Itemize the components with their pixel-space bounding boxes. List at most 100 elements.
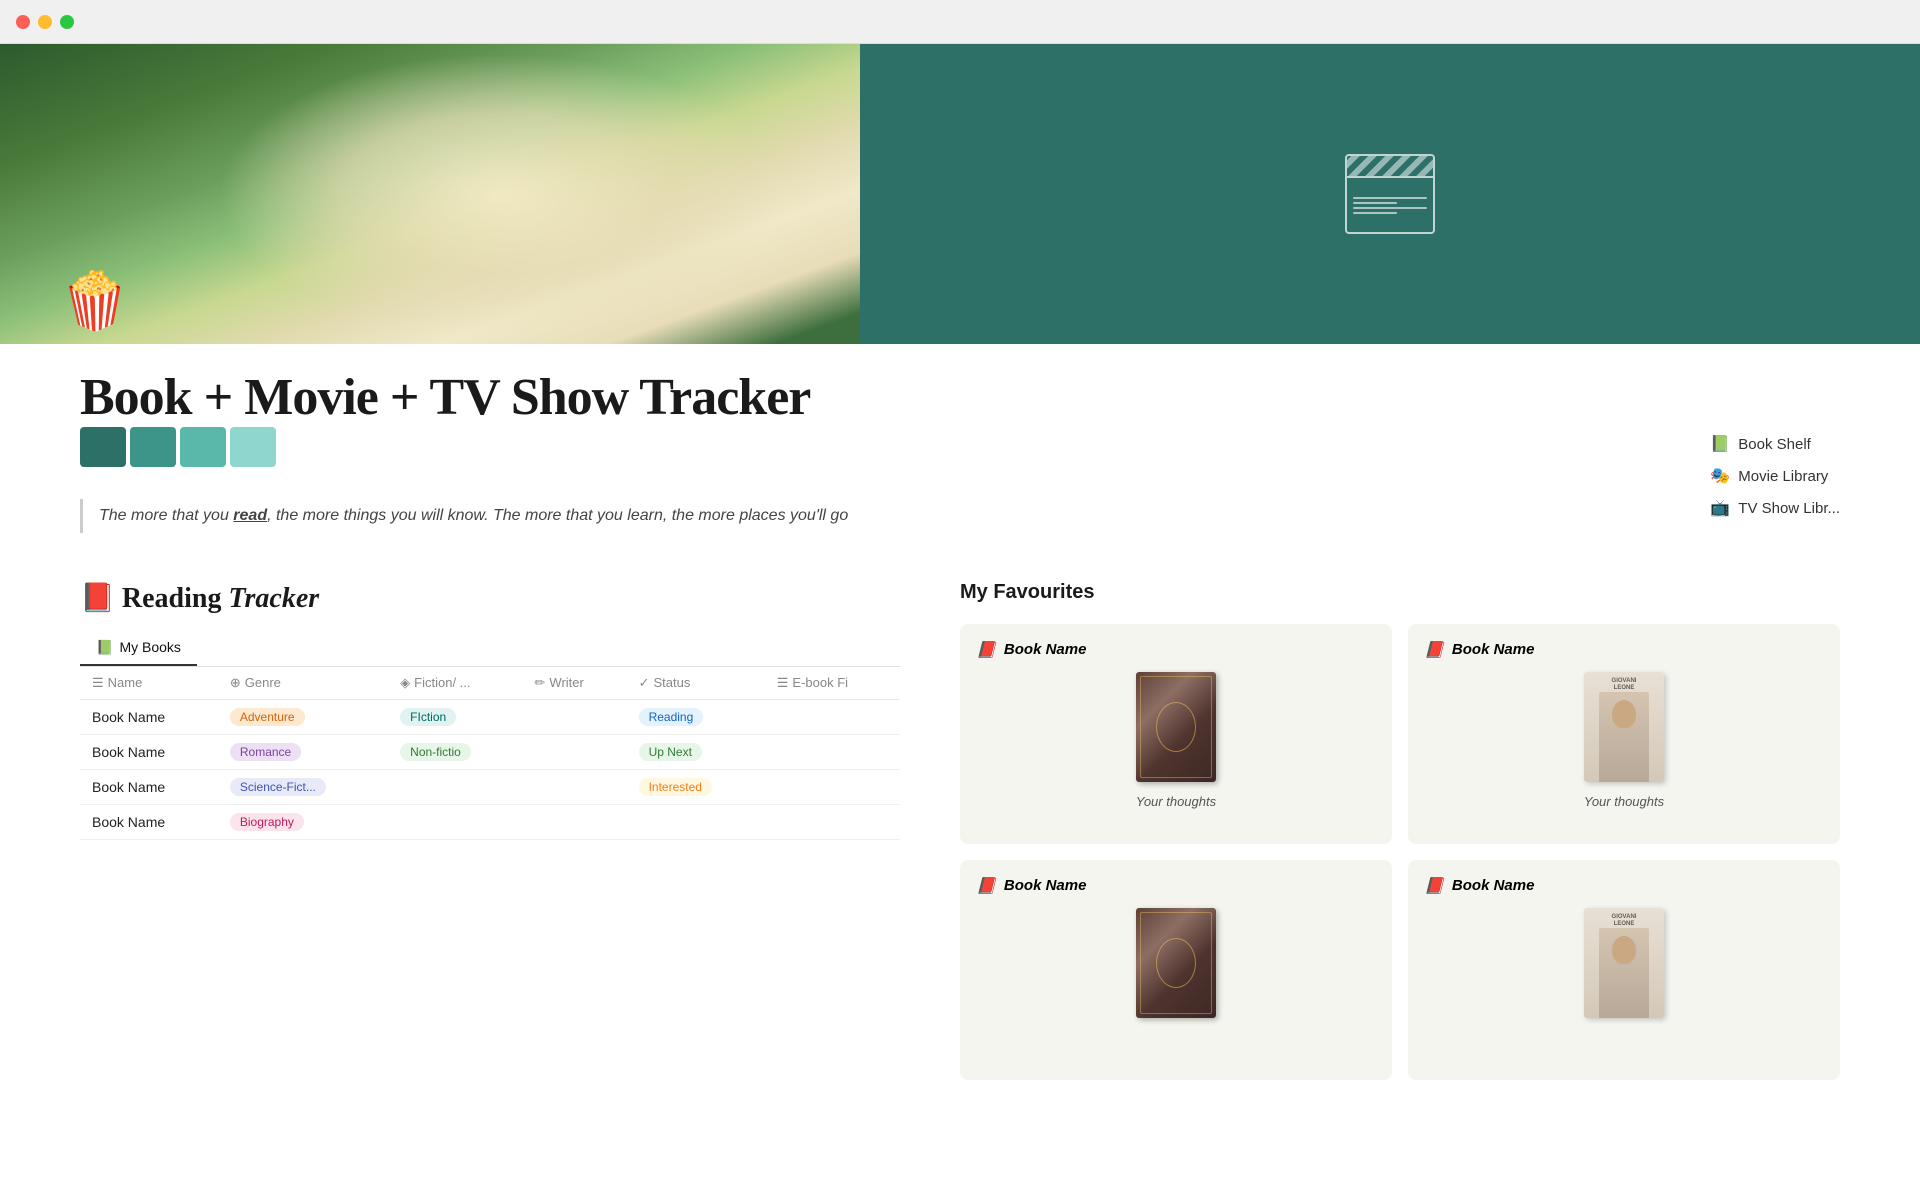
col-name-icon: ☰ — [92, 675, 104, 690]
my-books-label: My Books — [119, 639, 180, 655]
book-emoji: 📕 — [1424, 876, 1444, 896]
col-status-icon: ✓ — [639, 675, 650, 690]
table-header-row: ☰Name ⊕Genre ◈Fiction/ ... ✏Writer ✓Stat… — [80, 667, 900, 700]
cell-fiction — [388, 769, 522, 804]
quote-suffix: , the more things you will know. The mor… — [267, 507, 848, 524]
movie-icon: 🎭 — [1710, 466, 1730, 486]
fav-thoughts: Your thoughts — [1424, 794, 1824, 809]
fav-card-header: 📕 Book Name — [976, 876, 1376, 896]
genre-tag: Romance — [230, 743, 301, 761]
nav-label-tvshow: TV Show Libr... — [1738, 500, 1840, 517]
clap-line-2 — [1353, 202, 1397, 204]
book-emoji: 📕 — [976, 876, 996, 896]
tvshow-icon: 📺 — [1710, 498, 1730, 518]
book-cover-inner — [1156, 702, 1196, 752]
two-col-layout: 📕 Reading Tracker 📗 My Books ☰Name ⊕Genr… — [80, 581, 1840, 1080]
table-row[interactable]: Book Name Adventure FIction Reading — [80, 699, 900, 734]
cell-name: Book Name — [80, 769, 218, 804]
cell-ebook — [765, 699, 900, 734]
fav-book-name: Book Name — [1452, 641, 1535, 658]
main-content: 📗 Book Shelf 🎭 Movie Library 📺 TV Show L… — [0, 344, 1920, 1120]
col-writer-icon: ✏ — [535, 675, 546, 690]
cell-writer — [523, 769, 627, 804]
col-name: ☰Name — [80, 667, 218, 700]
cell-ebook — [765, 769, 900, 804]
my-books-icon: 📗 — [96, 639, 113, 656]
fav-grid: 📕 Book Name Your thoughts 📕 Book Name GI… — [960, 624, 1840, 1080]
reading-tracker-emoji: 📕 — [80, 583, 115, 614]
tab-my-books[interactable]: 📗 My Books — [80, 631, 197, 666]
cell-fiction — [388, 804, 522, 839]
cell-genre: Adventure — [218, 699, 388, 734]
fav-card[interactable]: 📕 Book Name GIOVANILEONELEOIE Your thoug… — [1408, 624, 1840, 844]
fav-thoughts: Your thoughts — [976, 794, 1376, 809]
close-button[interactable] — [16, 15, 30, 29]
cell-name: Book Name — [80, 804, 218, 839]
col-genre: ⊕Genre — [218, 667, 388, 700]
fiction-tag: Non-fictio — [400, 743, 471, 761]
fav-card[interactable]: 📕 Book Name GIOVANILEONELEOIE — [1408, 860, 1840, 1080]
clapboard-body — [1347, 178, 1433, 232]
cell-name: Book Name — [80, 699, 218, 734]
maximize-button[interactable] — [60, 15, 74, 29]
cell-status — [627, 804, 765, 839]
col-genre-icon: ⊕ — [230, 675, 241, 690]
clap-line-3 — [1353, 207, 1427, 209]
portrait-figure — [1599, 928, 1649, 1018]
book-cover-portrait: GIOVANILEONELEOIE — [1584, 908, 1664, 1018]
col-status: ✓Status — [627, 667, 765, 700]
fav-book-name: Book Name — [1004, 641, 1087, 658]
swatch-1 — [80, 427, 126, 467]
cell-status: Reading — [627, 699, 765, 734]
fav-card[interactable]: 📕 Book Name — [960, 860, 1392, 1080]
nav-label-bookshelf: Book Shelf — [1738, 436, 1811, 453]
fav-book-name: Book Name — [1452, 877, 1535, 894]
portrait-head — [1612, 700, 1636, 728]
fav-card-header: 📕 Book Name — [1424, 876, 1824, 896]
fav-card-header: 📕 Book Name — [1424, 640, 1824, 660]
portrait-figure — [1599, 692, 1649, 782]
cell-writer — [523, 734, 627, 769]
tab-bar: 📗 My Books — [80, 631, 900, 667]
book-cover-portrait: GIOVANILEONELEOIE — [1584, 672, 1664, 782]
portrait-head — [1612, 936, 1636, 964]
minimize-button[interactable] — [38, 15, 52, 29]
col-ebook: ☰E-book Fi — [765, 667, 900, 700]
col-writer: ✏Writer — [523, 667, 627, 700]
table-row[interactable]: Book Name Biography — [80, 804, 900, 839]
swatch-4 — [230, 427, 276, 467]
cell-fiction: FIction — [388, 699, 522, 734]
hero-photo: 🍿 — [0, 44, 860, 344]
cell-genre: Biography — [218, 804, 388, 839]
fav-card-header: 📕 Book Name — [976, 640, 1376, 660]
nav-label-movie: Movie Library — [1738, 468, 1828, 485]
right-col: My Favourites 📕 Book Name Your thoughts … — [960, 581, 1840, 1080]
cell-fiction: Non-fictio — [388, 734, 522, 769]
cell-ebook — [765, 804, 900, 839]
window-chrome — [0, 0, 1920, 44]
right-nav: 📗 Book Shelf 🎭 Movie Library 📺 TV Show L… — [1710, 434, 1840, 530]
nav-item-movie[interactable]: 🎭 Movie Library — [1710, 466, 1840, 486]
nav-item-bookshelf[interactable]: 📗 Book Shelf — [1710, 434, 1840, 454]
genre-tag: Biography — [230, 813, 304, 831]
color-swatches — [80, 427, 1840, 467]
genre-tag: Adventure — [230, 708, 305, 726]
book-cover-ornate — [1136, 908, 1216, 1018]
bookshelf-icon: 📗 — [1710, 434, 1730, 454]
table-row[interactable]: Book Name Romance Non-fictio Up Next — [80, 734, 900, 769]
book-cover-ornate — [1136, 672, 1216, 782]
col-fiction: ◈Fiction/ ... — [388, 667, 522, 700]
favourites-title: My Favourites — [960, 581, 1840, 604]
table-row[interactable]: Book Name Science-Fict... Interested — [80, 769, 900, 804]
status-tag: Up Next — [639, 743, 702, 761]
fav-card[interactable]: 📕 Book Name Your thoughts — [960, 624, 1392, 844]
col-fiction-icon: ◈ — [400, 675, 410, 690]
quote-bold-word: read — [233, 507, 267, 524]
book-emoji: 📕 — [976, 640, 996, 660]
cell-ebook — [765, 734, 900, 769]
swatch-2 — [130, 427, 176, 467]
reading-tracker-title: 📕 Reading Tracker — [80, 581, 900, 615]
page-title: Book + Movie + TV Show Tracker — [80, 368, 1840, 427]
nav-item-tvshow[interactable]: 📺 TV Show Libr... — [1710, 498, 1840, 518]
clapboard-icon — [1345, 154, 1435, 234]
